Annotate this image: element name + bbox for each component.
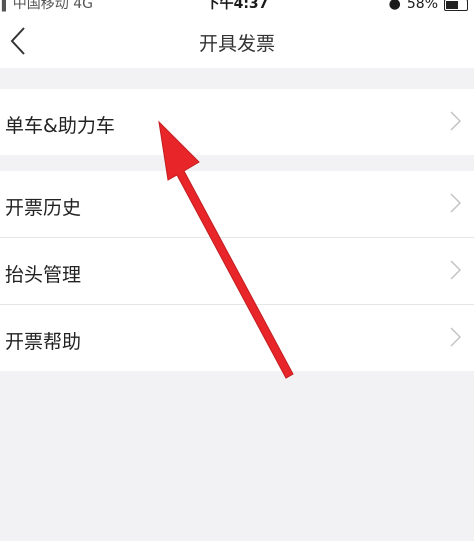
group-vehicle: 单车&助力车 — [0, 89, 474, 155]
menu-item-invoice-help[interactable]: 开票帮助 — [0, 304, 474, 371]
status-right: ● 58% — [389, 0, 468, 11]
menu-item-label: 抬头管理 — [5, 264, 82, 286]
nav-bar: 开具发票 — [0, 14, 474, 68]
battery-icon — [444, 0, 468, 11]
menu-item-label: 开票历史 — [5, 197, 82, 219]
menu-item-invoice-history[interactable]: 开票历史 — [0, 171, 474, 237]
menu-item-label: 开票帮助 — [5, 331, 82, 353]
chevron-right-icon — [450, 111, 462, 131]
chevron-right-icon — [450, 327, 462, 347]
chevron-right-icon — [450, 193, 462, 213]
group-invoice: 开票历史 抬头管理 开票帮助 — [0, 171, 474, 371]
chevron-right-icon — [450, 260, 462, 280]
battery-percent: 58% — [406, 0, 438, 12]
clock-icon: ● — [388, 0, 401, 12]
status-bar: ▍中国移动 4G 下午4:37 ● 58% — [0, 0, 474, 14]
menu-item-label: 单车&助力车 — [5, 115, 115, 137]
page-title: 开具发票 — [198, 33, 275, 55]
menu-item-title-management[interactable]: 抬头管理 — [0, 237, 474, 304]
menu-item-bike[interactable]: 单车&助力车 — [0, 89, 474, 155]
